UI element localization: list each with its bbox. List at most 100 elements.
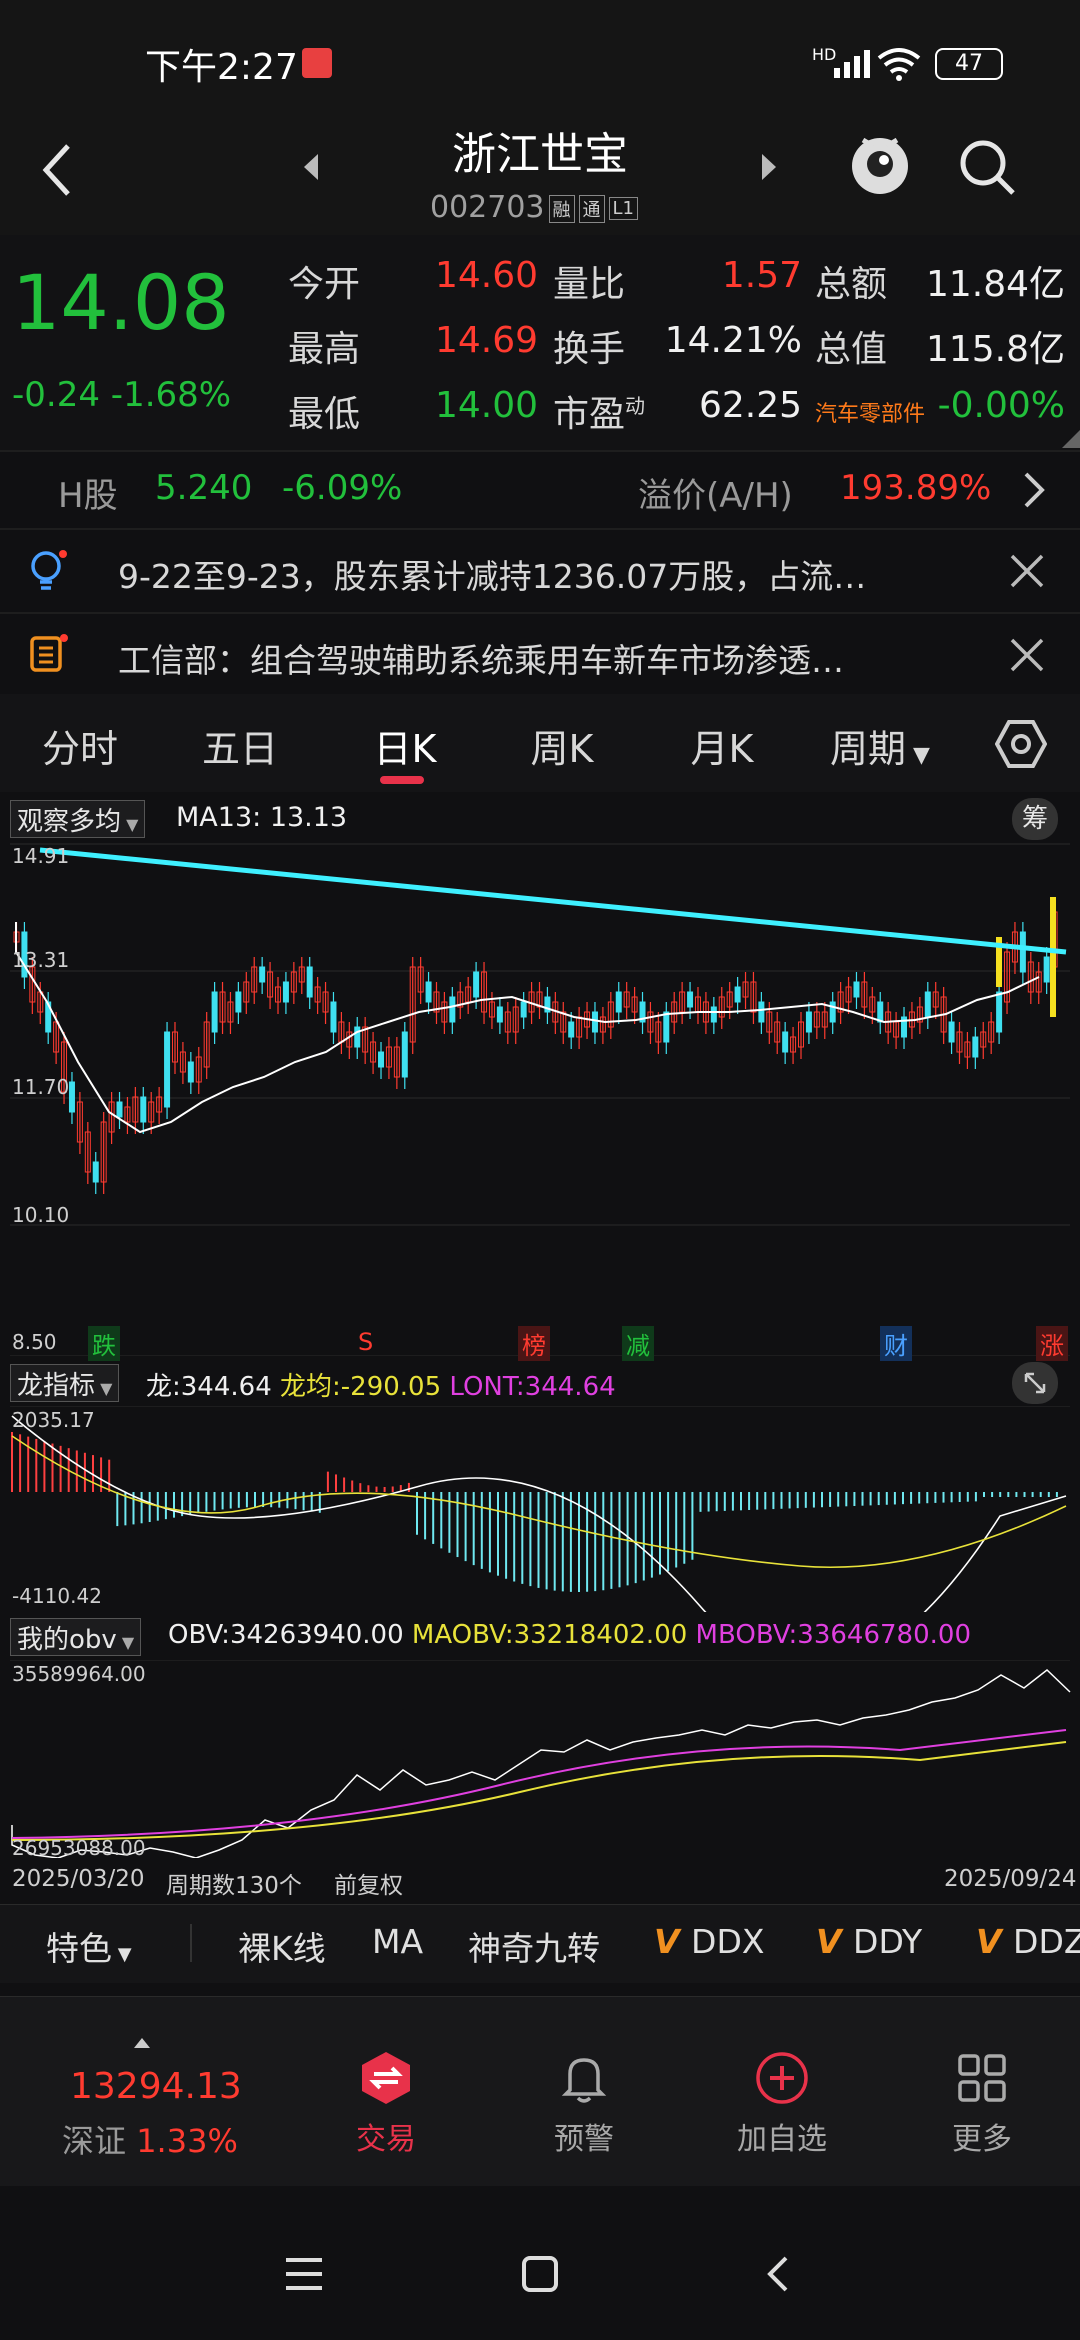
h-share-change: -6.09% bbox=[282, 468, 403, 508]
indicator-select[interactable]: 观察多均 ▼ bbox=[10, 800, 146, 838]
candle bbox=[425, 981, 432, 1003]
nav-add-label: 加自选 bbox=[737, 2122, 827, 2157]
tag-tong: 通 bbox=[578, 194, 605, 223]
close-icon[interactable] bbox=[1008, 636, 1046, 674]
candle bbox=[496, 1006, 503, 1023]
add-circle-icon bbox=[756, 2052, 808, 2104]
news-item[interactable]: 9-22至9-23，股东累计减持1236.07万股，占流… bbox=[0, 530, 1080, 612]
marker-rise[interactable]: 涨 bbox=[1036, 1326, 1068, 1361]
tab-period[interactable]: 周期 ▼ bbox=[820, 718, 940, 773]
nav-trade[interactable]: 交易 bbox=[316, 2050, 456, 2158]
candle bbox=[853, 981, 860, 998]
turnover-label: 换手 bbox=[553, 329, 626, 370]
tab-weekly-k[interactable]: 周K bbox=[502, 718, 622, 773]
high-label: 最高 bbox=[288, 329, 361, 370]
feature-ddx[interactable]: V DDX bbox=[654, 1922, 764, 1961]
special-select[interactable]: 特色 ▼ bbox=[46, 1922, 132, 1970]
candle bbox=[378, 1051, 385, 1068]
status-bar: 下午2:27 HD 47 bbox=[0, 0, 1080, 120]
long-value: 344.64 bbox=[180, 1372, 272, 1402]
ddx-label: DDX bbox=[691, 1922, 765, 1961]
y-tick: 11.70 bbox=[12, 1075, 70, 1099]
sector-label[interactable]: 汽车零部件 bbox=[815, 396, 925, 428]
feature-ddz[interactable]: V DDZ bbox=[976, 1922, 1080, 1961]
y-tick: 10.10 bbox=[12, 1203, 70, 1227]
obv-select[interactable]: 我的obv ▼ bbox=[10, 1618, 142, 1656]
marker-reduce[interactable]: 减 bbox=[622, 1326, 654, 1361]
long-indicator-select[interactable]: 龙指标 ▼ bbox=[10, 1364, 120, 1402]
nav-add-watchlist[interactable]: 加自选 bbox=[712, 2050, 852, 2158]
index-ticker[interactable]: 深证 1.33% bbox=[62, 2116, 238, 2162]
candle bbox=[758, 1001, 765, 1023]
open-label: 今开 bbox=[288, 264, 361, 305]
h-share-row[interactable]: H股 5.240 -6.09% 溢价(A/H) 193.89% bbox=[0, 452, 1080, 528]
marker-fall[interactable]: 跌 bbox=[88, 1326, 120, 1361]
obv-y-min: 26953088.00 bbox=[12, 1836, 146, 1860]
low-label: 最低 bbox=[288, 394, 361, 435]
maobv-label: MAOBV: bbox=[411, 1620, 514, 1650]
candle bbox=[473, 971, 480, 998]
stock-code: 002703 bbox=[430, 190, 545, 225]
stock-title: 浙江世宝 bbox=[452, 129, 628, 180]
candle bbox=[449, 996, 456, 1023]
vip-icon: V bbox=[976, 1922, 1014, 1961]
candle bbox=[235, 991, 242, 1013]
caret-down-icon: ▼ bbox=[121, 815, 139, 834]
tab-intraday[interactable]: 分时 bbox=[20, 718, 140, 773]
fullscreen-button[interactable] bbox=[1012, 1362, 1058, 1404]
search-icon[interactable] bbox=[955, 135, 1019, 199]
chip-distribution-button[interactable]: 筹 bbox=[1012, 798, 1058, 840]
back-nav-icon[interactable] bbox=[762, 2254, 792, 2294]
tab-daily-k[interactable]: 日K bbox=[345, 718, 465, 773]
marker-finance[interactable]: 财 bbox=[880, 1326, 912, 1361]
divider bbox=[190, 1924, 192, 1962]
market-cap-label: 总值 bbox=[815, 329, 888, 370]
nav-alert[interactable]: 预警 bbox=[514, 2050, 654, 2158]
pe-value: 62.25 bbox=[698, 385, 802, 426]
home-icon[interactable] bbox=[520, 2254, 560, 2294]
y-tick: 13.31 bbox=[12, 948, 70, 972]
obv-readout: OBV:34263940.00 MAOBV:33218402.00 MBOBV:… bbox=[168, 1620, 971, 1650]
marker-s[interactable]: S bbox=[358, 1328, 373, 1356]
robot-assistant-icon[interactable] bbox=[845, 128, 915, 204]
sector-change[interactable]: -0.00% bbox=[935, 385, 1065, 426]
marker-rank[interactable]: 榜 bbox=[518, 1326, 550, 1361]
battery-level: 47 bbox=[955, 51, 983, 76]
feature-ma[interactable]: MA bbox=[372, 1922, 423, 1961]
feature-td9[interactable]: 神奇九转 bbox=[468, 1922, 600, 1970]
feature-ddy[interactable]: V DDY bbox=[816, 1922, 922, 1961]
next-stock-icon[interactable] bbox=[758, 152, 780, 182]
candle bbox=[520, 1001, 527, 1018]
caret-down-icon: ▼ bbox=[112, 1944, 132, 1965]
mbobv-line bbox=[11, 1729, 1067, 1839]
obv-chart[interactable] bbox=[0, 1660, 1080, 1858]
candle bbox=[829, 1001, 836, 1023]
tab-five-day[interactable]: 五日 bbox=[180, 718, 300, 773]
news-item[interactable]: 工信部：组合驾驶辅助系统乘用车新车市场渗透… bbox=[0, 614, 1080, 694]
nav-more[interactable]: 更多 bbox=[912, 2050, 1052, 2158]
menu-icon[interactable] bbox=[282, 2256, 326, 2292]
maobv-value: 33218402.00 bbox=[513, 1620, 688, 1650]
tag-l1: L1 bbox=[608, 197, 639, 220]
news-text: 9-22至9-23，股东累计减持1236.07万股，占流… bbox=[118, 557, 867, 596]
tab-monthly-k[interactable]: 月K bbox=[662, 718, 782, 773]
adjust-mode[interactable]: 前复权 bbox=[334, 1866, 403, 1900]
candle bbox=[663, 1011, 670, 1043]
lont-value: 344.64 bbox=[524, 1372, 616, 1402]
chevron-right-icon bbox=[1024, 472, 1045, 508]
close-icon[interactable] bbox=[1008, 552, 1046, 590]
premium-value: 193.89% bbox=[840, 468, 992, 508]
long-indicator-chart[interactable] bbox=[0, 1406, 1080, 1612]
candle bbox=[734, 986, 741, 1003]
expand-corner-icon[interactable] bbox=[1062, 430, 1080, 448]
index-value[interactable]: 13294.13 bbox=[70, 2066, 242, 2107]
kline-chart[interactable] bbox=[0, 842, 1080, 1356]
candle bbox=[282, 981, 289, 1003]
bell-icon bbox=[561, 2058, 607, 2103]
feature-naked-k[interactable]: 裸K线 bbox=[238, 1922, 326, 1970]
long-avg-value: -290.05 bbox=[340, 1372, 442, 1402]
long-indicator-readout: 龙:344.64 龙均:-290.05 LONT:344.64 bbox=[146, 1366, 616, 1403]
candle bbox=[948, 1021, 955, 1043]
settings-hexagon-icon[interactable] bbox=[995, 718, 1047, 770]
special-label: 特色 bbox=[46, 1929, 112, 1968]
